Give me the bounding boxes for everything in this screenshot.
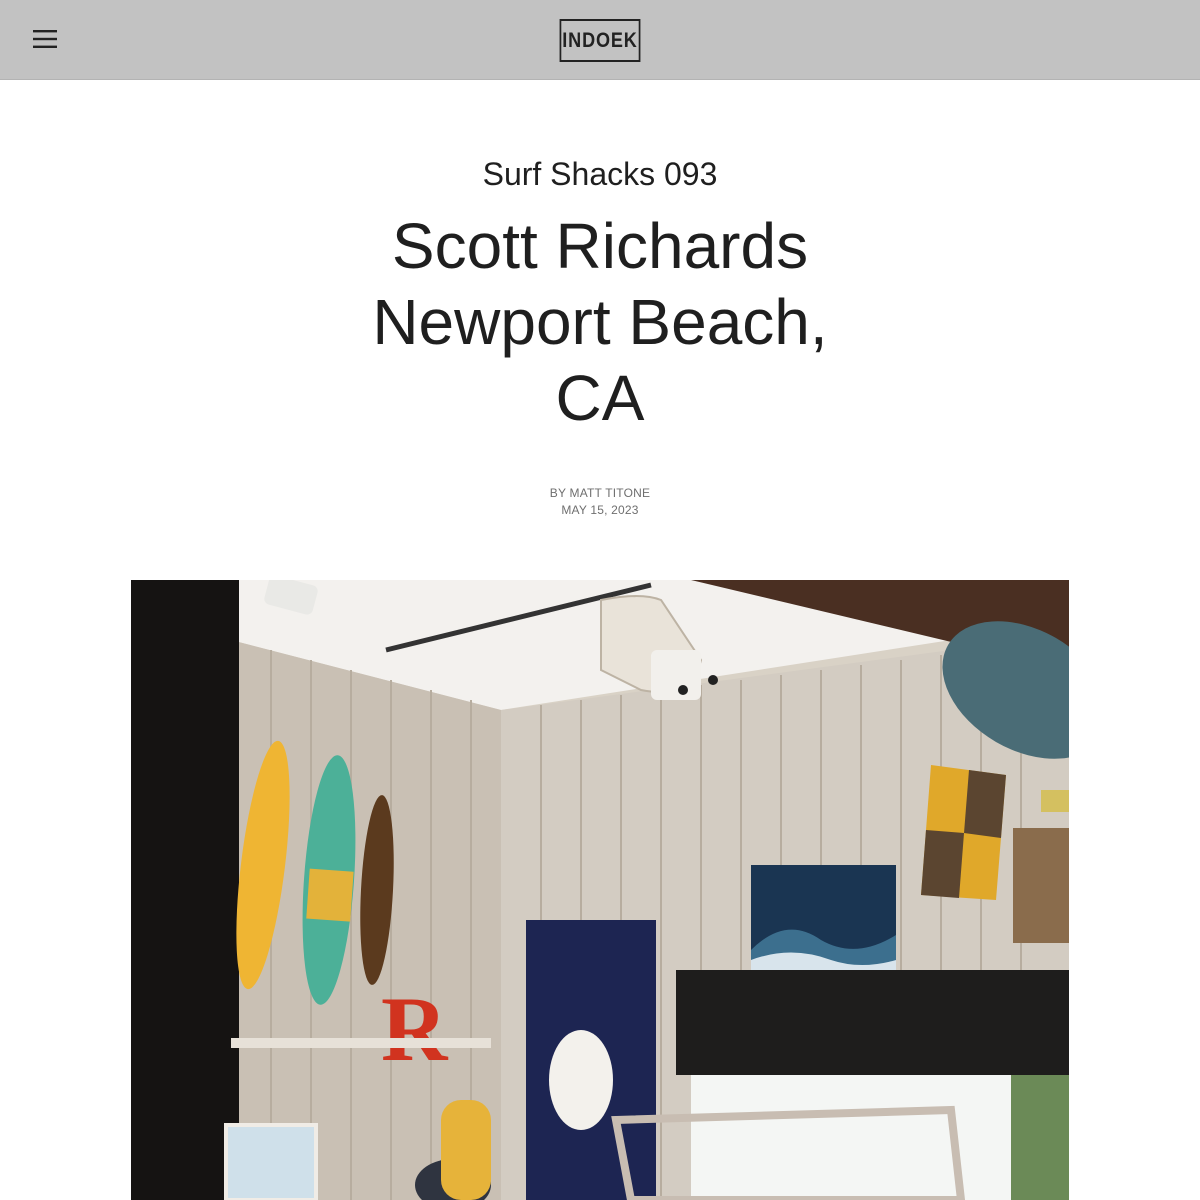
menu-button[interactable] [26,22,64,56]
wall-letter-sign: R [381,978,449,1080]
article-title: Scott Richards Newport Beach, CA [372,210,828,434]
site-header: INDOEK [0,0,1200,80]
site-logo[interactable]: INDOEK [559,19,641,62]
article-author[interactable]: BY MATT TITONE [0,485,1200,502]
article-series-label: Surf Shacks 093 [482,156,718,192]
surf-shack-interior-image: R [131,580,1069,1200]
hero-photo: R [131,580,1069,1200]
hamburger-menu-icon [33,30,57,48]
article-meta: BY MATT TITONE MAY 15, 2023 [0,485,1200,519]
article-date: MAY 15, 2023 [561,503,639,517]
